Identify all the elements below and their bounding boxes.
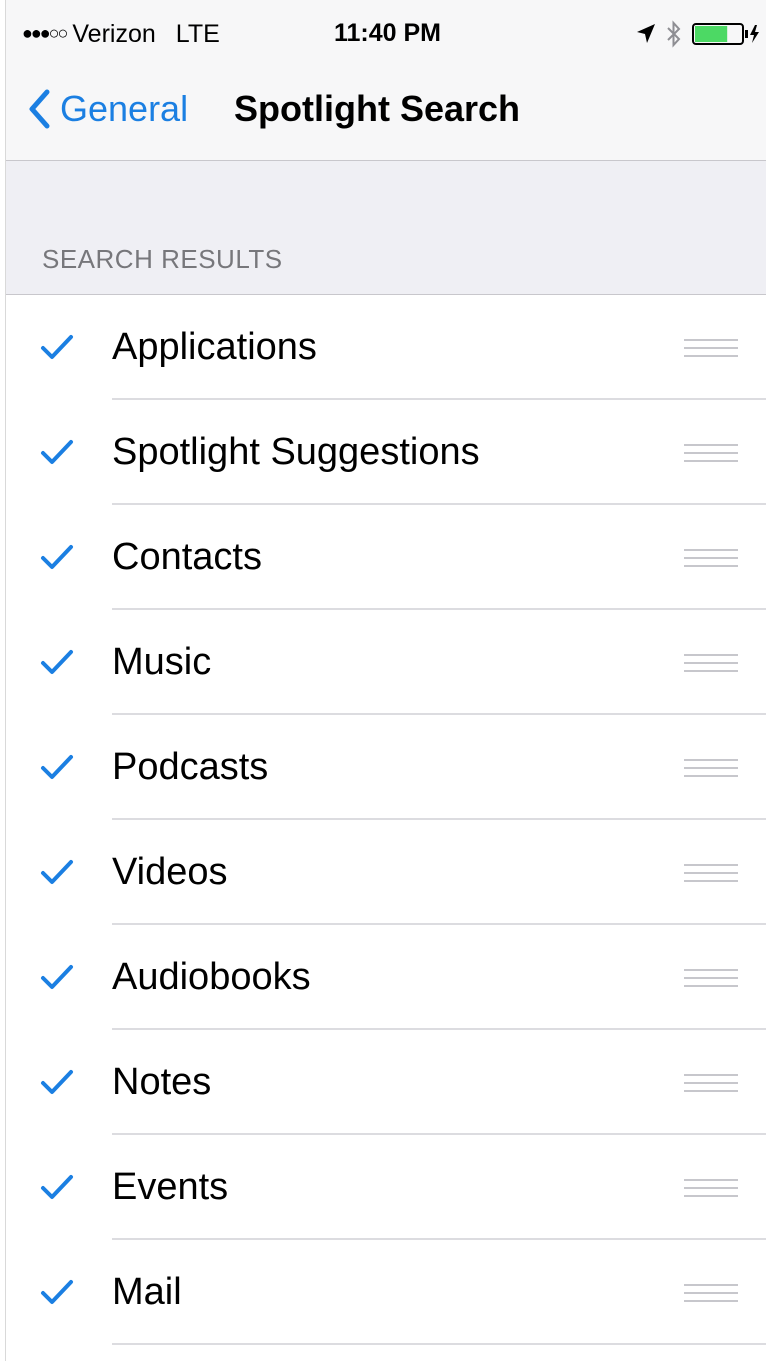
list-item-label: Applications xyxy=(112,326,317,368)
list-item-contacts[interactable]: Contacts xyxy=(6,505,766,610)
list-item-notes[interactable]: Notes xyxy=(6,1030,766,1135)
checkmark-icon xyxy=(41,335,73,359)
list-item-label: Videos xyxy=(112,851,228,893)
reorder-handle-icon[interactable] xyxy=(684,441,738,465)
list-item-music[interactable]: Music xyxy=(6,610,766,715)
list-item-label: Mail xyxy=(112,1271,182,1313)
checkmark-icon xyxy=(41,755,73,779)
reorder-handle-icon[interactable] xyxy=(684,1176,738,1200)
list-item-label: Music xyxy=(112,641,212,683)
status-time: 11:40 PM xyxy=(334,19,442,47)
list-item-mail[interactable]: Mail xyxy=(6,1240,766,1345)
section-header-area: SEARCH RESULTS xyxy=(6,161,766,295)
signal-strength-icon: ●●●○○ xyxy=(22,23,68,43)
chevron-left-icon xyxy=(29,89,50,129)
network-type: LTE xyxy=(175,20,220,48)
reorder-handle-icon[interactable] xyxy=(684,861,738,885)
back-button[interactable]: General xyxy=(28,84,188,134)
checkmark-icon xyxy=(41,650,73,674)
checkmark-icon xyxy=(41,965,73,989)
location-arrow-icon xyxy=(637,24,655,43)
list-item-spotlight-suggestions[interactable]: Spotlight Suggestions xyxy=(6,400,766,505)
list-item-label: Contacts xyxy=(112,536,262,578)
list-item-applications[interactable]: Applications xyxy=(6,295,766,400)
reorder-handle-icon[interactable] xyxy=(684,651,738,675)
reorder-handle-icon[interactable] xyxy=(684,546,738,570)
list-item-label: Notes xyxy=(112,1061,212,1103)
status-bar: ●●●○○ Verizon LTE 11:40 PM xyxy=(6,0,766,64)
back-label: General xyxy=(60,88,189,129)
status-icons xyxy=(636,20,762,48)
list-item-label: Podcasts xyxy=(112,746,269,788)
section-header: SEARCH RESULTS xyxy=(42,244,283,274)
list-item-label: Events xyxy=(112,1166,229,1208)
list-item-videos[interactable]: Videos xyxy=(6,820,766,925)
bluetooth-icon xyxy=(667,20,681,48)
list-item-podcasts[interactable]: Podcasts xyxy=(6,715,766,820)
list-item-label: Spotlight Suggestions xyxy=(112,431,480,473)
navigation-bar: General Spotlight Search xyxy=(6,64,766,161)
checkmark-icon xyxy=(41,860,73,884)
carrier-info: ●●●○○ Verizon LTE xyxy=(22,18,220,49)
checkmark-icon xyxy=(41,1280,73,1304)
list-item-events[interactable]: Events xyxy=(6,1135,766,1240)
battery-level-fill xyxy=(695,26,728,42)
phone-screen: ●●●○○ Verizon LTE 11:40 PM General Spotl… xyxy=(5,0,766,1361)
checkmark-icon xyxy=(41,1070,73,1094)
checkmark-icon xyxy=(41,545,73,569)
reorder-handle-icon[interactable] xyxy=(684,966,738,990)
carrier-name: Verizon xyxy=(72,20,156,48)
reorder-handle-icon[interactable] xyxy=(684,336,738,360)
reorder-handle-icon[interactable] xyxy=(684,756,738,780)
reorder-handle-icon[interactable] xyxy=(684,1281,738,1305)
list-item-label: Audiobooks xyxy=(112,956,311,998)
checkmark-icon xyxy=(41,1175,73,1199)
checkmark-icon xyxy=(41,440,73,464)
list-item-audiobooks[interactable]: Audiobooks xyxy=(6,925,766,1030)
page-title: Spotlight Search xyxy=(234,88,521,129)
search-results-list: Applications Spotlight Suggestions Conta… xyxy=(6,295,766,1345)
battery-charging-icon xyxy=(692,23,759,45)
reorder-handle-icon[interactable] xyxy=(684,1071,738,1095)
